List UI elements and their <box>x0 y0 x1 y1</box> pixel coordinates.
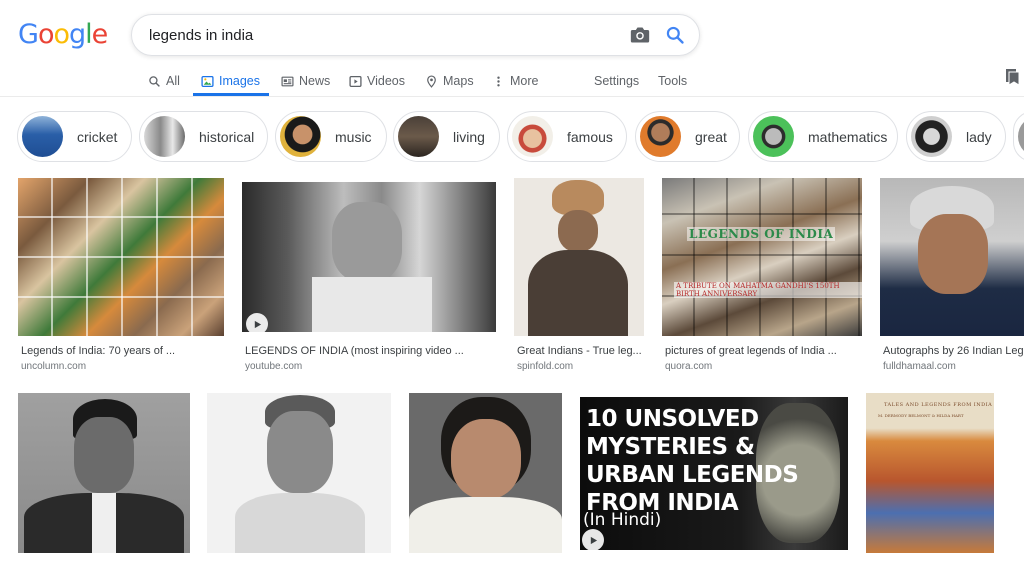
chip-music[interactable]: music <box>275 111 387 162</box>
book-cover-title: TALES AND LEGENDS FROM INDIA <box>884 402 993 408</box>
chip-living[interactable]: living <box>393 111 500 162</box>
play-icon <box>254 320 261 328</box>
chip-label: cricket <box>77 128 118 145</box>
chip-label: music <box>335 128 372 145</box>
saved-collections-icon[interactable] <box>1006 69 1020 85</box>
image-overlay-title: LEGENDS OF INDIA <box>687 227 836 241</box>
result-source: spinfold.com <box>517 361 574 372</box>
chip-cricket[interactable]: cricket <box>17 111 132 162</box>
chip-thumbnail <box>398 116 439 157</box>
result-thumbnail <box>880 178 1024 336</box>
result-title: Autographs by 26 Indian Leg <box>883 345 1024 357</box>
play-icon <box>590 536 597 544</box>
tab-images[interactable]: Images <box>201 66 260 96</box>
tab-settings[interactable]: Settings <box>594 66 639 96</box>
chip-thumbnail <box>512 116 553 157</box>
chip-label: historical <box>199 128 255 145</box>
tab-label: Maps <box>443 74 474 88</box>
tab-label: Images <box>219 74 260 88</box>
tab-label: More <box>510 74 539 88</box>
result-thumbnail: 10 UNSOLVED MYSTERIES & URBAN LEGENDS FR… <box>580 397 848 550</box>
tab-maps[interactable]: Maps <box>425 66 474 96</box>
chip-historical[interactable]: historical <box>139 111 268 162</box>
result-title: pictures of great legends of India ... <box>665 345 837 357</box>
search-icon[interactable] <box>665 25 685 45</box>
tab-label: Tools <box>658 74 688 88</box>
result-source: fulldhamaal.com <box>883 361 956 372</box>
image-icon <box>201 75 214 87</box>
logo-letter: o <box>53 19 70 50</box>
logo-letter: g <box>69 19 86 50</box>
chip-mathematics[interactable]: mathematics <box>748 111 898 162</box>
chip-lady[interactable]: lady <box>906 111 1006 162</box>
video-badge <box>582 529 604 550</box>
tab-videos[interactable]: Videos <box>349 66 405 96</box>
result-title: LEGENDS OF INDIA (most inspiring video .… <box>245 345 464 357</box>
result-source: uncolumn.com <box>21 361 87 372</box>
tab-tools[interactable]: Tools <box>658 66 687 96</box>
result-title: Great Indians - True leg... <box>517 345 642 357</box>
result-source: youtube.com <box>245 361 303 372</box>
more-vert-icon <box>497 76 500 86</box>
camera-icon[interactable] <box>630 26 650 44</box>
chip-partial[interactable] <box>1013 111 1024 162</box>
search-input[interactable]: legends in india <box>149 27 253 44</box>
tab-label: All <box>166 74 180 88</box>
result-thumbnail <box>18 178 224 336</box>
result-thumbnail: LEGENDS OF INDIA A TRIBUTE ON MAHATMA GA… <box>662 178 862 336</box>
chip-thumbnail <box>1018 116 1024 157</box>
tab-news[interactable]: News <box>281 66 330 96</box>
video-subtitle-overlay: (In Hindi) <box>583 510 662 530</box>
result-thumbnail <box>514 178 644 336</box>
chip-thumbnail <box>22 116 63 157</box>
logo-letter: G <box>18 19 39 50</box>
tab-label: Videos <box>367 74 405 88</box>
play-icon <box>349 75 362 87</box>
logo-letter: o <box>37 19 55 50</box>
google-logo[interactable]: Google <box>18 19 109 50</box>
result-thumbnail <box>18 393 190 553</box>
map-pin-icon <box>427 74 436 88</box>
chip-famous[interactable]: famous <box>507 111 627 162</box>
tab-label: News <box>299 74 331 88</box>
tab-all[interactable]: All <box>148 66 180 96</box>
result-thumbnail <box>207 393 391 553</box>
result-thumbnail: TALES AND LEGENDS FROM INDIA M. DERMODY … <box>866 393 994 553</box>
chip-label: living <box>453 128 485 145</box>
book-cover-author: M. DERMODY BELMONT & HILDA HART <box>878 413 964 418</box>
result-source: quora.com <box>665 361 713 372</box>
newspaper-icon <box>281 76 294 86</box>
result-thumbnail <box>242 182 496 332</box>
tab-more[interactable]: More <box>492 66 538 96</box>
chip-thumbnail <box>753 116 794 157</box>
video-badge <box>246 313 268 332</box>
result-thumbnail <box>409 393 562 553</box>
search-icon <box>149 75 160 87</box>
chip-label: famous <box>567 128 613 145</box>
chip-label: mathematics <box>808 128 888 145</box>
result-title: Legends of India: 70 years of ... <box>21 345 176 357</box>
logo-letter: e <box>91 19 109 50</box>
chip-great[interactable]: great <box>635 111 740 162</box>
chip-label: great <box>695 128 727 145</box>
image-overlay-subtitle: A TRIBUTE ON MAHATMA GANDHI'S 150TH BIRT… <box>674 282 862 298</box>
search-box[interactable]: legends in india <box>131 14 700 56</box>
video-title-overlay: 10 UNSOLVED MYSTERIES & URBAN LEGENDS FR… <box>586 406 799 516</box>
chip-thumbnail <box>280 116 321 157</box>
tab-label: Settings <box>594 74 640 88</box>
chip-thumbnail <box>144 116 185 157</box>
chip-label: lady <box>966 128 992 145</box>
header-divider <box>0 96 1024 97</box>
chip-thumbnail <box>640 116 681 157</box>
chip-thumbnail <box>911 116 952 157</box>
